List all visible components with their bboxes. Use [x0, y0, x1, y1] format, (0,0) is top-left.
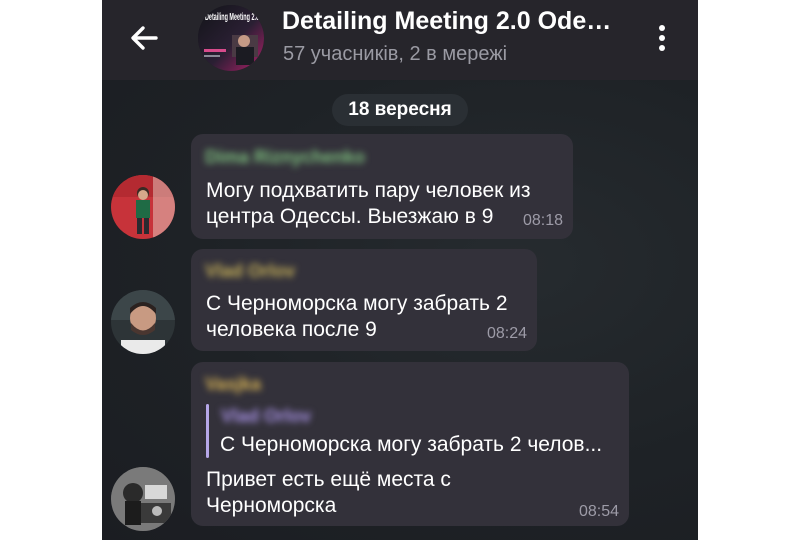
- message-sender[interactable]: Vlad Orlov: [205, 261, 295, 282]
- message-time: 08:54: [578, 503, 619, 520]
- message-text-line: Черноморска: [206, 494, 337, 517]
- reply-preview-text[interactable]: С Черноморска могу забрать 2 челов...: [220, 433, 602, 457]
- avatar-photo: [111, 290, 175, 354]
- sender-avatar[interactable]: [111, 467, 175, 531]
- chat-screen: Detailing Meeting 2.0 Detailing Meeting …: [102, 0, 698, 540]
- message-bubble[interactable]: Vlad Orlov С Черноморска могу забрать 2 …: [191, 249, 537, 351]
- group-avatar[interactable]: Detailing Meeting 2.0: [198, 5, 264, 71]
- back-button[interactable]: [124, 20, 164, 56]
- arrow-left-icon: [131, 26, 158, 50]
- sender-avatar[interactable]: [111, 290, 175, 354]
- reply-sender[interactable]: Vlad Orlov: [221, 406, 311, 427]
- avatar-photo: [111, 175, 175, 239]
- message-sender[interactable]: Dima Riznychenko: [205, 147, 365, 168]
- group-avatar-logo: Detailing Meeting 2.0: [205, 12, 259, 23]
- message-text-line: центра Одессы. Выезжаю в 9: [206, 205, 494, 228]
- message-text-line: С Черноморска могу забрать 2: [206, 292, 508, 315]
- message-sender[interactable]: Vasjka: [205, 374, 261, 395]
- more-menu-button[interactable]: [652, 22, 672, 54]
- sender-avatar[interactable]: [111, 175, 175, 239]
- message-text-line: Привет есть ещё места с: [206, 468, 451, 491]
- menu-dot: [659, 25, 665, 31]
- chat-title[interactable]: Detailing Meeting 2.0 Ode…: [282, 7, 632, 36]
- chat-subtitle: 57 учасників, 2 в мережі: [283, 43, 508, 65]
- message-time: 08:24: [486, 325, 527, 342]
- message-bubble[interactable]: Vasjka Vlad Orlov С Черноморска могу заб…: [191, 362, 629, 526]
- menu-dot: [659, 35, 665, 41]
- message-bubble[interactable]: Dima Riznychenko Могу подхватить пару че…: [191, 134, 573, 239]
- message-time: 08:18: [522, 212, 563, 229]
- svg-text:Detailing Meeting 2.0: Detailing Meeting 2.0: [205, 12, 259, 23]
- menu-dot: [659, 45, 665, 51]
- reply-quote-bar: [206, 404, 209, 458]
- message-text-line: человека после 9: [206, 318, 377, 341]
- date-separator: 18 вересня: [332, 94, 468, 126]
- chat-header: Detailing Meeting 2.0 Detailing Meeting …: [102, 0, 698, 80]
- message-text-line: Могу подхватить пару человек из: [206, 179, 531, 202]
- avatar-photo: [111, 467, 175, 531]
